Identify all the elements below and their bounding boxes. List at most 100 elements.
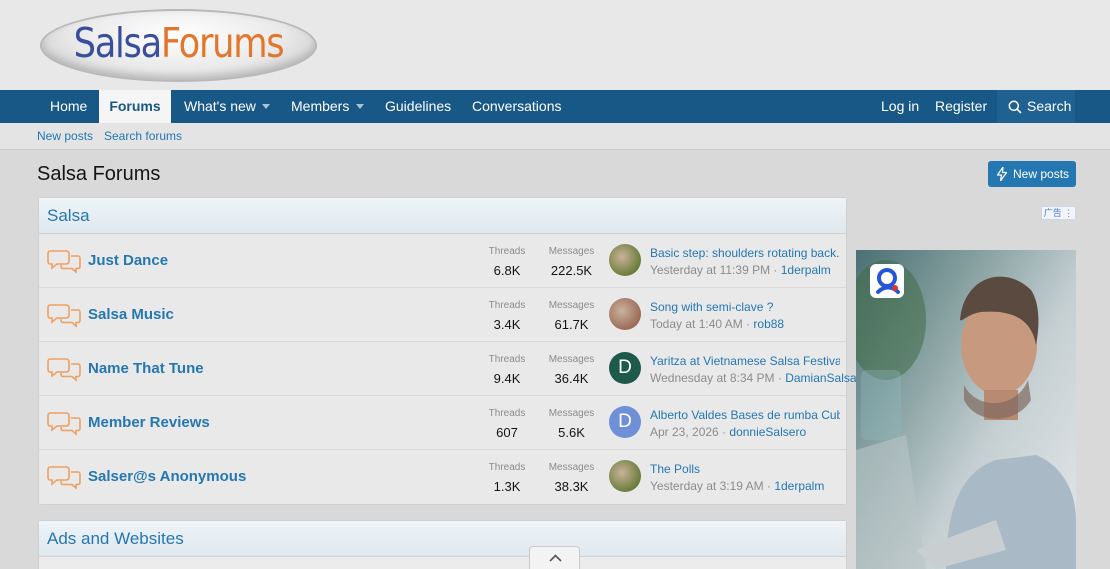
forum-node: Member Reviews Threads 607 Messages 5.6K… [39,396,846,450]
latest-post-user[interactable]: 1derpalm [781,263,831,277]
advertisement-image[interactable] [856,250,1076,569]
search-label: Search [1027,98,1072,114]
nav-guidelines[interactable]: Guidelines [385,90,451,123]
messages-label: Messages [548,300,595,311]
messages-count: 36.4K [554,371,589,386]
latest-thread-link[interactable]: The Polls [650,462,840,476]
messages-label: Messages [548,408,595,419]
chat-bubbles-icon [47,304,81,328]
latest-post-user[interactable]: DamianSalsa [785,371,856,385]
new-posts-button-label: New posts [1013,167,1070,181]
threads-count: 6.8K [493,263,521,278]
page-title: Salsa Forums [37,163,161,185]
latest-post-time[interactable]: Wednesday at 8:34 PM [650,371,775,385]
messages-label: Messages [548,354,595,365]
ad-app-logo [870,264,904,298]
messages-count: 5.6K [558,425,585,440]
ad-label[interactable]: 广告 ⋮ [1041,206,1076,220]
category-title[interactable]: Salsa [39,198,846,234]
latest-post-user[interactable]: 1derpalm [774,479,824,493]
threads-stat: Threads 3.4K [488,300,526,334]
threads-stat: Threads 607 [488,408,526,442]
latest-post-meta: Yesterday at 11:39 PM · 1derpalm [650,263,831,277]
forum-list: Just Dance Threads 6.8K Messages 222.5K … [39,234,857,504]
threads-label: Threads [488,246,526,257]
threads-stat: Threads 6.8K [488,246,526,280]
messages-stat: Messages 38.3K [546,462,597,496]
lightning-bolt-icon [997,167,1007,181]
login-link[interactable]: Log in [881,90,919,123]
threads-count: 3.4K [493,317,521,332]
latest-post-time[interactable]: Today at 1:40 AM [650,317,743,331]
nav-conversations[interactable]: Conversations [472,90,562,123]
forum-title-link[interactable]: Member Reviews [88,414,210,431]
messages-stat: Messages 36.4K [546,354,597,388]
messages-label: Messages [548,246,595,257]
scroll-to-top-button[interactable] [529,546,580,569]
latest-thread-link[interactable]: Song with semi-clave ? [650,300,840,314]
messages-count: 38.3K [554,479,589,494]
register-link[interactable]: Register [935,90,987,123]
forum-title-link[interactable]: Just Dance [88,252,168,269]
forum-node: Salser@s Anonymous Threads 1.3K Messages… [39,450,846,504]
new-posts-button[interactable]: New posts [988,161,1076,187]
logo-text-salsa: Salsa [73,19,163,67]
chat-bubbles-icon [47,412,81,436]
threads-label: Threads [488,408,526,419]
latest-thread-link[interactable]: Basic step: shoulders rotating back... [650,246,840,260]
latest-post-user[interactable]: rob88 [753,317,784,331]
messages-count: 61.7K [554,317,589,332]
search-icon [1008,100,1022,114]
nav-forums[interactable]: Forums [99,90,171,123]
threads-count: 9.4K [493,371,521,386]
latest-post-meta: Yesterday at 3:19 AM · 1derpalm [650,479,825,493]
search-button[interactable]: Search [997,90,1075,123]
subnav-search-forums[interactable]: Search forums [104,129,182,143]
nav-home[interactable]: Home [50,90,87,123]
threads-label: Threads [488,354,526,365]
avatar[interactable] [609,460,641,492]
logo-text: SalsaForums [59,17,297,69]
members-dropdown-icon[interactable] [356,104,364,109]
latest-post-time[interactable]: Yesterday at 3:19 AM [650,479,764,493]
avatar[interactable]: D [609,352,641,384]
main-nav: Home Forums What's new Members Guideline… [0,90,1110,123]
forum-category-ads: Ads and Websites [38,520,847,569]
threads-label: Threads [488,300,526,311]
latest-post-time[interactable]: Apr 23, 2026 [650,425,719,439]
forum-title-link[interactable]: Name That Tune [88,360,204,377]
forum-node: Name That Tune Threads 9.4K Messages 36.… [39,342,857,396]
latest-post-time[interactable]: Yesterday at 11:39 PM [650,263,770,277]
category-title-ads[interactable]: Ads and Websites [39,521,846,557]
avatar[interactable] [609,244,641,276]
avatar[interactable]: D [609,406,641,438]
logo-text-forums: Forums [160,19,285,67]
avatar[interactable] [609,298,641,330]
latest-post-user[interactable]: donnieSalsero [729,425,806,439]
messages-count: 222.5K [550,263,593,278]
sub-nav: New posts Search forums [0,123,1110,150]
messages-label: Messages [548,462,595,473]
threads-label: Threads [488,462,526,473]
latest-post-meta: Apr 23, 2026 · donnieSalsero [650,425,807,439]
ad-logo-icon [876,268,900,294]
site-logo[interactable]: SalsaForums [40,9,317,82]
forum-node: Salsa Music Threads 3.4K Messages 61.7K … [39,288,846,342]
forum-title-link[interactable]: Salsa Music [88,306,174,323]
latest-post-meta: Wednesday at 8:34 PM · DamianSalsa [650,371,857,385]
nav-members[interactable]: Members [291,90,349,123]
threads-stat: Threads 9.4K [488,354,526,388]
latest-thread-link[interactable]: Alberto Valdes Bases de rumba Cub... [650,408,840,422]
threads-count: 607 [496,425,518,440]
latest-thread-link[interactable]: Yaritza at Vietnamese Salsa Festival [650,354,840,368]
forum-title-link[interactable]: Salser@s Anonymous [88,468,246,485]
forum-category-salsa: Salsa Just Dance Threads 6.8K Messages 2… [38,197,857,505]
nav-whats-new[interactable]: What's new [184,90,256,123]
threads-stat: Threads 1.3K [488,462,526,496]
chat-bubbles-icon [47,358,81,382]
chat-bubbles-icon [47,466,81,490]
whats-new-dropdown-icon[interactable] [262,104,270,109]
subnav-new-posts[interactable]: New posts [37,129,93,143]
messages-stat: Messages 222.5K [546,246,597,280]
latest-post-meta: Today at 1:40 AM · rob88 [650,317,785,331]
